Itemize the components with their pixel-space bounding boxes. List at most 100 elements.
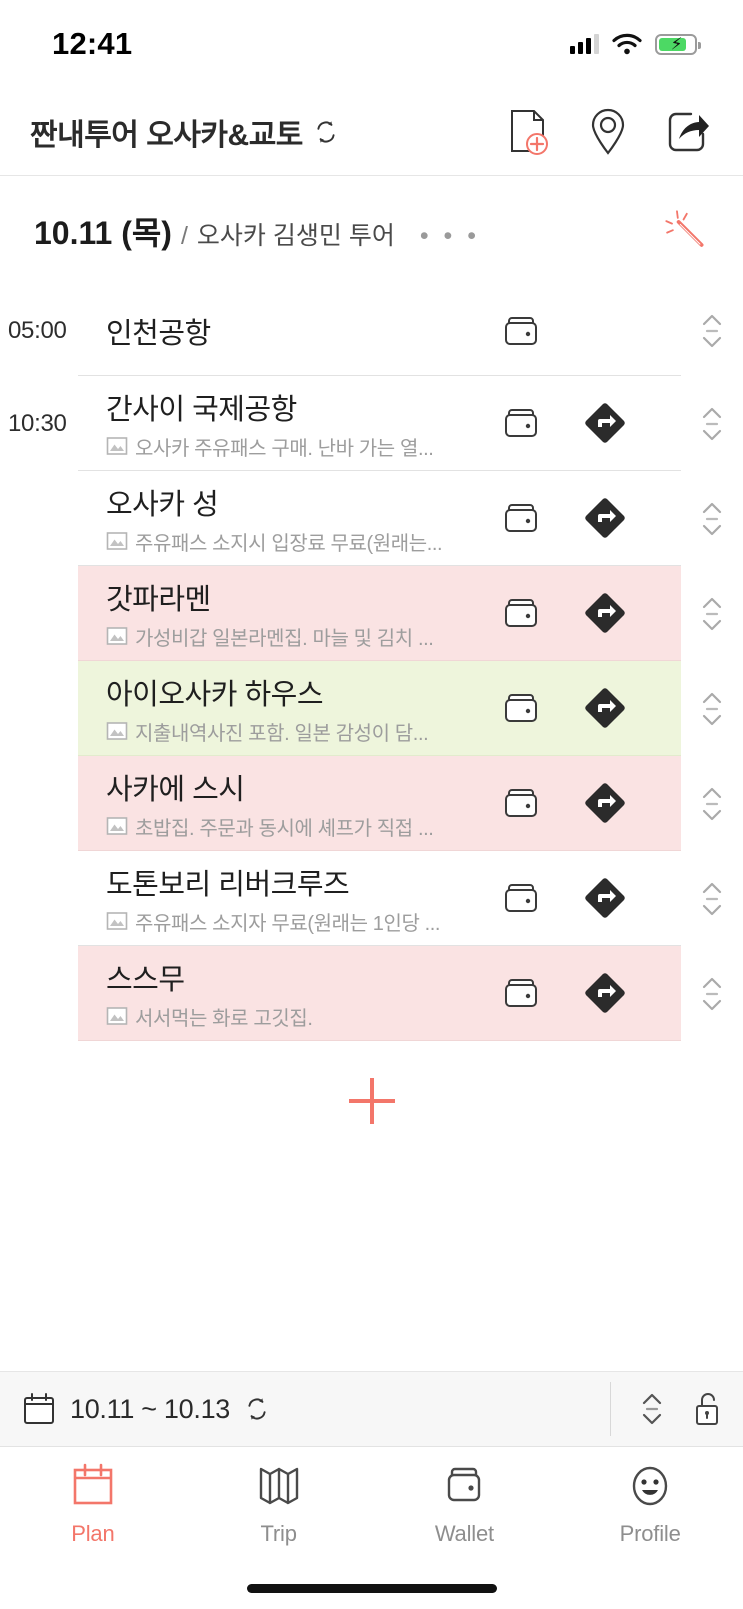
item-body[interactable]: 인천공항 <box>78 286 681 376</box>
tab-label: Plan <box>71 1521 115 1546</box>
reorder-handle[interactable] <box>681 566 743 661</box>
item-place: 인천공항 <box>106 317 211 350</box>
wallet-icon <box>505 316 537 345</box>
item-texts: 도톤보리 리버크루즈 주유패스 소지자 무료(원래는 1인당 ... <box>106 861 491 936</box>
wallet-button[interactable] <box>501 592 543 634</box>
wallet-button[interactable] <box>501 687 543 729</box>
navigation-button[interactable] <box>583 401 627 445</box>
cellular-signal-icon <box>570 34 599 54</box>
item-body[interactable]: 도톤보리 리버크루즈 주유패스 소지자 무료(원래는 1인당 ... <box>78 851 681 946</box>
smiley-face-icon <box>632 1466 668 1506</box>
table-row[interactable]: 05:00 인천공항 <box>0 286 743 376</box>
item-place: 간사이 국제공항 <box>106 393 297 426</box>
item-actions <box>491 971 681 1015</box>
navigation-button[interactable] <box>583 591 627 635</box>
item-body[interactable]: 사카에 스시 초밥집. 주문과 동시에 셰프가 직접 ... <box>78 756 681 851</box>
tab-label: Profile <box>619 1521 681 1546</box>
map-pin-button[interactable] <box>585 107 631 157</box>
item-body[interactable]: 스스무 서서먹는 화로 고깃집. <box>78 946 681 1041</box>
sort-updown-icon[interactable] <box>639 1389 665 1429</box>
reorder-handle-icon[interactable] <box>697 496 727 542</box>
battery-charging-icon: ⚡ <box>655 33 701 55</box>
reorder-handle[interactable] <box>681 471 743 566</box>
reorder-handle-icon[interactable] <box>697 876 727 922</box>
calendar-icon <box>73 1463 113 1505</box>
item-actions <box>491 310 681 352</box>
photo-memo-icon <box>106 912 128 930</box>
reorder-handle-icon[interactable] <box>697 686 727 732</box>
table-row[interactable]: 스스무 서서먹는 화로 고깃집. <box>0 946 743 1041</box>
reorder-handle[interactable] <box>681 756 743 851</box>
item-place: 갓파라멘 <box>106 583 211 616</box>
tab-profile[interactable]: Profile <box>557 1461 743 1547</box>
item-time: 05:00 <box>8 317 67 344</box>
table-row[interactable]: 10:30 간사이 국제공항 오사카 주유패스 구매. 난바 가는 열... <box>0 376 743 471</box>
wallet-button[interactable] <box>501 310 543 352</box>
status-time: 12:41 <box>52 26 133 61</box>
tab-trip[interactable]: Trip <box>186 1461 372 1547</box>
photo-memo-icon <box>106 532 128 550</box>
item-time <box>0 566 78 661</box>
tab-wallet[interactable]: Wallet <box>372 1461 558 1547</box>
item-body[interactable]: 갓파라멘 가성비갑 일본라멘집. 마늘 및 김치 ... <box>78 566 681 661</box>
magic-wand-button[interactable] <box>663 206 709 256</box>
item-body[interactable]: 오사카 성 주유패스 소지시 입장료 무료(원래는... <box>78 471 681 566</box>
reorder-handle-icon[interactable] <box>697 971 727 1017</box>
item-body[interactable]: 아이오사카 하우스 지출내역사진 포함. 일본 감성이 담... <box>78 661 681 756</box>
item-actions <box>491 686 681 730</box>
reorder-handle[interactable] <box>681 286 743 376</box>
photo-memo-icon <box>106 722 128 740</box>
photo-memo-icon <box>106 627 128 645</box>
item-time <box>0 946 78 1041</box>
reorder-handle[interactable] <box>681 661 743 756</box>
tab-plan[interactable]: Plan <box>0 1461 186 1547</box>
day-header-text[interactable]: 10.11 (목) / 오사카 김생민 투어 • • • <box>34 208 480 254</box>
item-place: 아이오사카 하우스 <box>106 678 324 711</box>
table-row[interactable]: 아이오사카 하우스 지출내역사진 포함. 일본 감성이 담... <box>0 661 743 756</box>
add-plus-icon[interactable] <box>349 1078 395 1124</box>
table-row[interactable]: 사카에 스시 초밥집. 주문과 동시에 셰프가 직접 ... <box>0 756 743 851</box>
table-row[interactable]: 오사카 성 주유패스 소지시 입장료 무료(원래는... <box>0 471 743 566</box>
sync-icon[interactable] <box>313 119 339 145</box>
wallet-icon <box>505 979 537 1007</box>
date-range-label: 10.11 ~ 10.13 <box>70 1393 230 1424</box>
status-bar: 12:41 ⚡ <box>0 0 743 88</box>
item-actions <box>491 591 681 635</box>
navigation-button[interactable] <box>583 971 627 1015</box>
unlock-icon[interactable] <box>691 1389 723 1429</box>
status-indicators: ⚡ <box>570 33 701 55</box>
navigation-directions-icon <box>585 783 625 823</box>
item-time <box>0 756 78 851</box>
item-place: 스스무 <box>106 963 185 996</box>
share-button[interactable] <box>665 107 711 157</box>
wallet-button[interactable] <box>501 877 543 919</box>
reorder-handle-icon[interactable] <box>697 308 727 354</box>
wallet-button[interactable] <box>501 497 543 539</box>
trip-title-group[interactable]: 짠내투어 오사카&교토 <box>30 110 339 154</box>
reorder-handle-icon[interactable] <box>697 591 727 637</box>
day-more-button[interactable]: • • • <box>420 222 480 251</box>
reorder-handle[interactable] <box>681 946 743 1041</box>
navigation-button[interactable] <box>583 686 627 730</box>
title-bar: 짠내투어 오사카&교토 <box>0 88 743 176</box>
reorder-handle-icon[interactable] <box>697 781 727 827</box>
navigation-button[interactable] <box>583 781 627 825</box>
reorder-handle[interactable] <box>681 851 743 946</box>
table-row[interactable]: 갓파라멘 가성비갑 일본라멘집. 마늘 및 김치 ... <box>0 566 743 661</box>
sync-icon[interactable] <box>244 1396 270 1422</box>
item-texts: 아이오사카 하우스 지출내역사진 포함. 일본 감성이 담... <box>106 671 491 746</box>
reorder-handle-icon[interactable] <box>697 401 727 447</box>
wallet-button[interactable] <box>501 972 543 1014</box>
reorder-handle[interactable] <box>681 376 743 471</box>
add-document-button[interactable] <box>505 107 551 157</box>
navigation-button[interactable] <box>583 496 627 540</box>
navigation-button[interactable] <box>583 876 627 920</box>
home-indicator <box>0 1567 743 1609</box>
wallet-button[interactable] <box>501 402 543 444</box>
date-range-group[interactable]: 10.11 ~ 10.13 <box>0 1391 270 1427</box>
table-row[interactable]: 도톤보리 리버크루즈 주유패스 소지자 무료(원래는 1인당 ... <box>0 851 743 946</box>
bottom-toolbar: 10.11 ~ 10.13 <box>0 1371 743 1447</box>
add-item-row[interactable] <box>0 1041 743 1161</box>
item-body[interactable]: 간사이 국제공항 오사카 주유패스 구매. 난바 가는 열... <box>78 376 681 471</box>
wallet-button[interactable] <box>501 782 543 824</box>
